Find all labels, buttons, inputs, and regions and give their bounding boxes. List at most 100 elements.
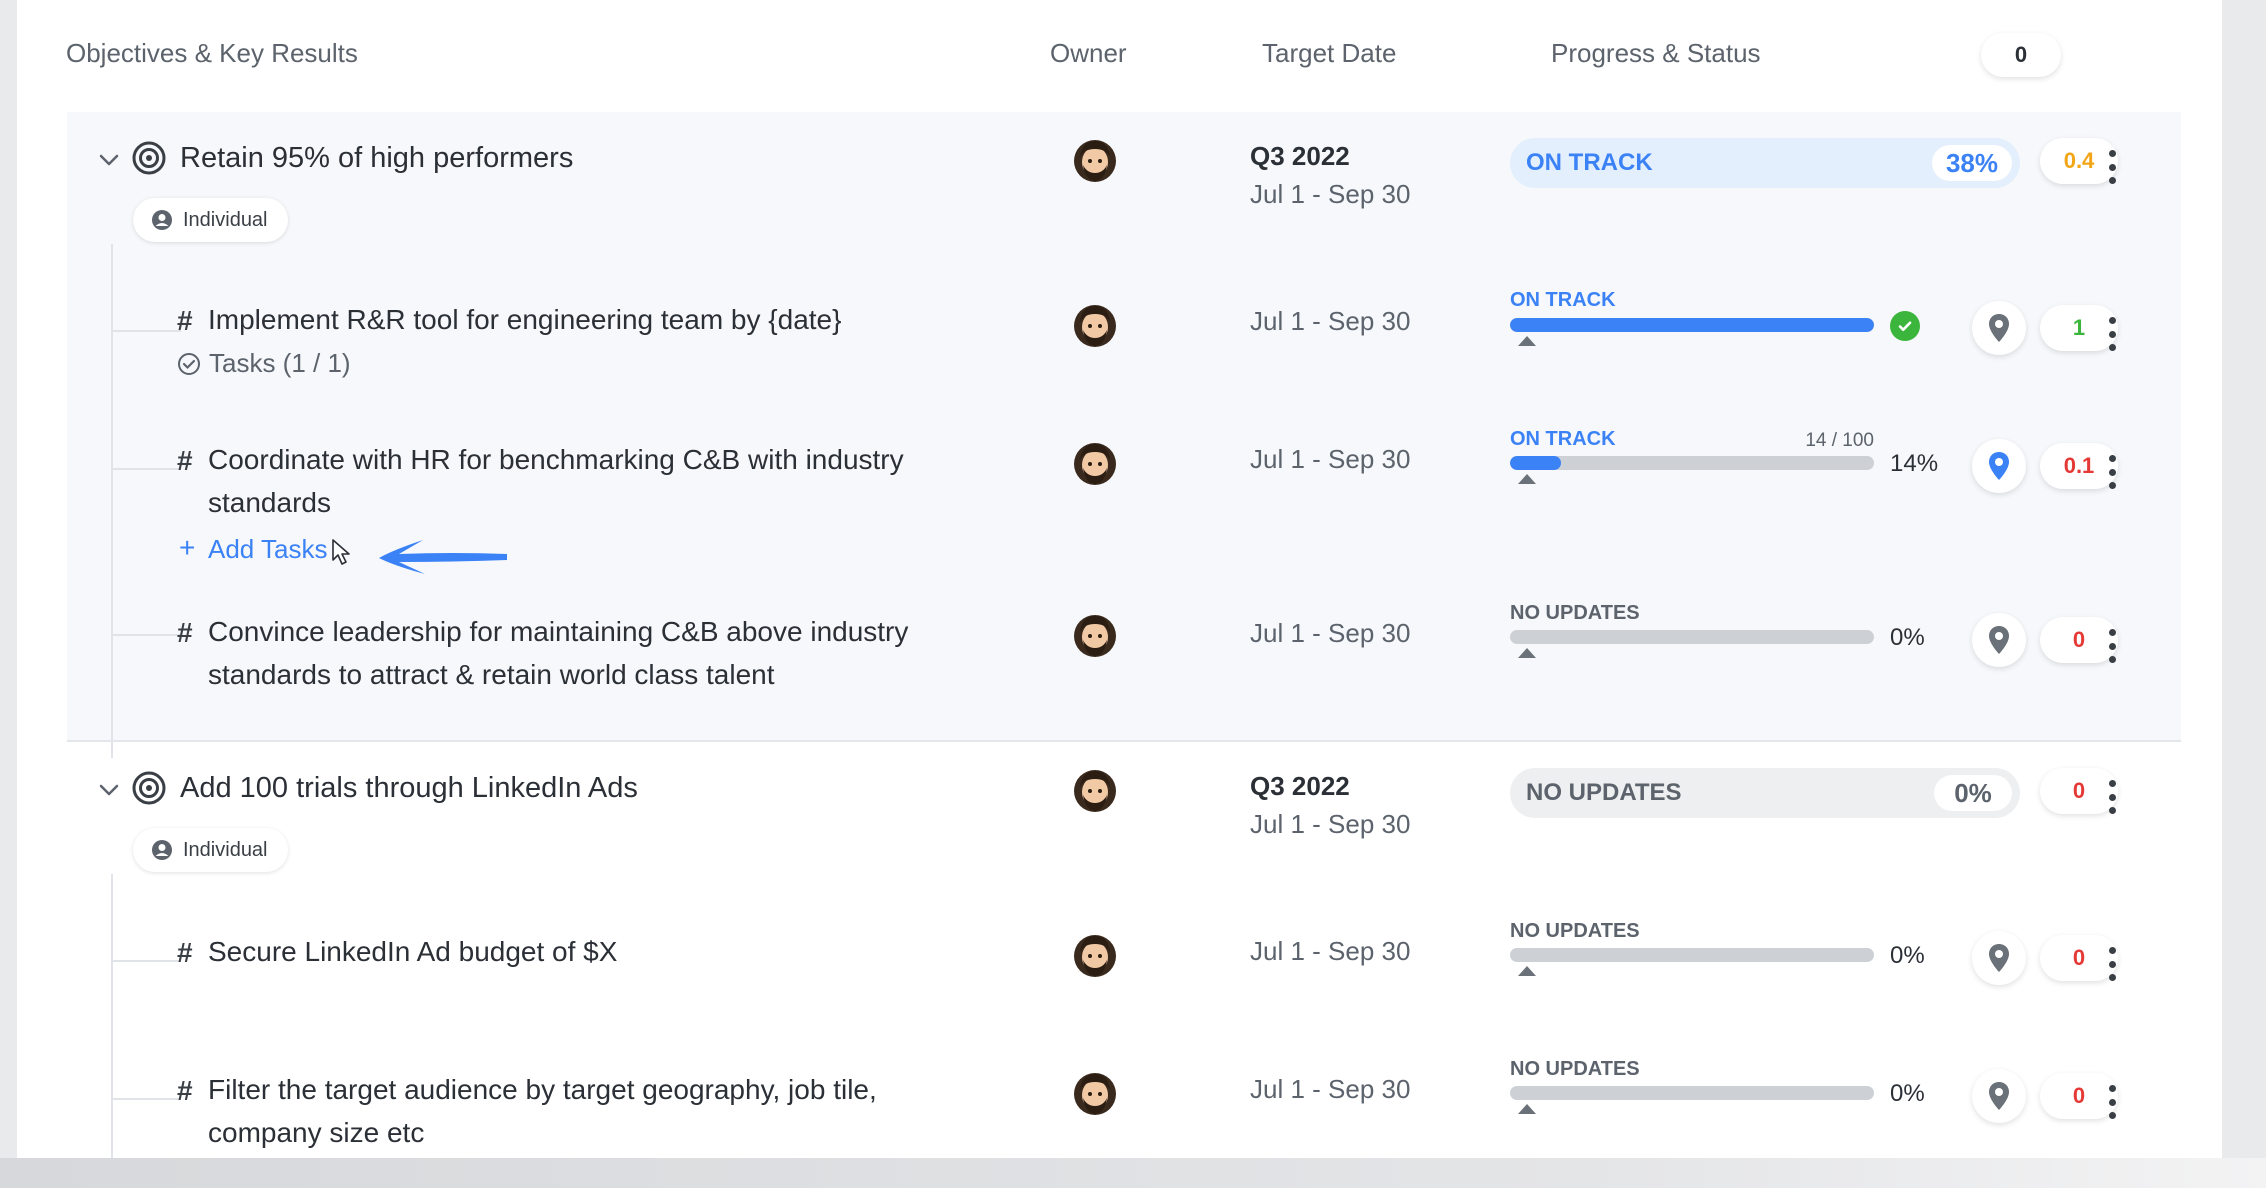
key-result-icon: # — [177, 445, 193, 476]
add-tasks-link[interactable]: Add Tasks — [208, 534, 327, 565]
chevron-down-icon[interactable] — [97, 778, 121, 802]
key-result-icon: # — [177, 937, 193, 968]
kr-progress-bar[interactable] — [1510, 456, 1874, 470]
chip-label: Individual — [183, 838, 268, 861]
tree-branch — [111, 960, 181, 962]
tasks-link[interactable]: Tasks (1 / 1) — [177, 348, 351, 379]
target-date-range: Jul 1 - Sep 30 — [1250, 936, 1411, 966]
check-in-pin-button[interactable] — [1972, 613, 2026, 667]
header-count-badge[interactable]: 0 — [1981, 33, 2061, 77]
kr-progress-fraction: 14 / 100 — [1805, 430, 1874, 451]
key-result-title[interactable]: Convince leadership for maintaining C&B … — [208, 610, 948, 696]
objective-section: Add 100 trials through LinkedIn Ads Indi… — [67, 742, 2181, 1158]
check-in-pin-button[interactable] — [1972, 439, 2026, 493]
target-icon — [132, 141, 166, 175]
progress-marker-icon — [1518, 648, 1536, 658]
tree-branch — [111, 330, 181, 332]
tree-connector — [111, 874, 113, 1158]
target-date-range: Jul 1 - Sep 30 — [1250, 809, 1411, 839]
user-circle-icon — [152, 210, 172, 230]
objective-title[interactable]: Add 100 trials through LinkedIn Ads — [180, 772, 638, 805]
tree-branch — [111, 468, 181, 470]
more-options-icon[interactable] — [2107, 947, 2117, 981]
kr-progress-percent: 0% — [1890, 1080, 1925, 1107]
key-result-title[interactable]: Secure LinkedIn Ad budget of $X — [208, 930, 948, 973]
kr-progress-bar[interactable] — [1510, 948, 1874, 962]
target-date-range: Jul 1 - Sep 30 — [1250, 306, 1411, 336]
pin-icon — [1987, 943, 2011, 973]
target-quarter: Q3 2022 — [1250, 771, 1350, 801]
chip-label: Individual — [183, 208, 268, 231]
owner-avatar[interactable] — [1072, 1068, 1118, 1116]
key-result-title[interactable]: Filter the target audience by target geo… — [208, 1068, 948, 1154]
more-options-icon[interactable] — [2107, 1085, 2117, 1119]
target-date-range: Jul 1 - Sep 30 — [1250, 618, 1411, 648]
individual-chip[interactable]: Individual — [133, 828, 288, 872]
kr-status-label: ON TRACK — [1510, 428, 1616, 450]
pin-icon — [1987, 313, 2011, 343]
key-result-title[interactable]: Implement R&R tool for engineering team … — [208, 298, 948, 341]
owner-avatar[interactable] — [1072, 135, 1118, 183]
owner-avatar[interactable] — [1072, 930, 1118, 978]
kr-progress-bar[interactable] — [1510, 1086, 1874, 1100]
more-options-icon[interactable] — [2107, 629, 2117, 663]
more-options-icon[interactable] — [2107, 317, 2117, 351]
target-date-range: Jul 1 - Sep 30 — [1250, 1074, 1411, 1104]
pin-icon — [1987, 1081, 2011, 1111]
check-circle-icon — [178, 352, 200, 375]
cursor-annotation — [332, 539, 507, 574]
progress-percent: 0% — [1934, 775, 2012, 811]
scrollbar-track[interactable] — [2193, 0, 2222, 1188]
progress-marker-icon — [1518, 966, 1536, 976]
plus-icon: + — [179, 532, 196, 563]
objective-progress-status[interactable]: ON TRACK 38% — [1510, 138, 2020, 188]
column-header-owner[interactable]: Owner — [1050, 38, 1127, 69]
objective-section: Retain 95% of high performers Individual… — [67, 112, 2181, 758]
target-date-range: Jul 1 - Sep 30 — [1250, 444, 1411, 474]
objective-title[interactable]: Retain 95% of high performers — [180, 142, 573, 175]
column-header-target-date[interactable]: Target Date — [1262, 38, 1396, 69]
okr-table-card: Objectives & Key Results Owner Target Da… — [17, 0, 2193, 1158]
more-options-icon[interactable] — [2107, 150, 2117, 184]
progress-percent: 38% — [1931, 145, 2012, 181]
check-in-pin-button[interactable] — [1972, 301, 2026, 355]
tree-branch — [111, 1098, 181, 1100]
check-in-pin-button[interactable] — [1972, 931, 2026, 985]
kr-progress-percent: 14% — [1890, 450, 1939, 477]
kr-status-label: NO UPDATES — [1510, 602, 1640, 624]
key-result-title[interactable]: Coordinate with HR for benchmarking C&B … — [208, 438, 948, 524]
kr-progress-bar[interactable] — [1510, 318, 1874, 332]
kr-status-label: NO UPDATES — [1510, 920, 1640, 942]
objective-progress-status[interactable]: NO UPDATES 0% — [1510, 768, 2020, 818]
owner-avatar[interactable] — [1072, 765, 1118, 813]
status-label: NO UPDATES — [1526, 779, 1682, 806]
chevron-down-icon[interactable] — [97, 148, 121, 172]
check-in-pin-button[interactable] — [1972, 1069, 2026, 1123]
column-header-progress-status[interactable]: Progress & Status — [1551, 38, 1761, 69]
owner-avatar[interactable] — [1072, 300, 1118, 348]
kr-status-label: NO UPDATES — [1510, 1058, 1640, 1080]
more-options-icon[interactable] — [2107, 455, 2117, 489]
completed-check-icon — [1890, 311, 1920, 341]
tasks-count: Tasks (1 / 1) — [209, 348, 351, 378]
owner-avatar[interactable] — [1072, 610, 1118, 658]
individual-chip[interactable]: Individual — [133, 198, 288, 242]
okr-app: Objectives & Key Results Owner Target Da… — [0, 0, 2266, 1188]
key-result-icon: # — [177, 305, 193, 336]
pin-icon — [1987, 625, 2011, 655]
user-circle-icon — [152, 840, 172, 860]
key-result-icon: # — [177, 1075, 193, 1106]
kr-progress-percent: 0% — [1890, 942, 1925, 969]
target-icon — [132, 771, 166, 805]
kr-status-label: ON TRACK — [1510, 289, 1616, 311]
progress-marker-icon — [1518, 474, 1536, 484]
kr-progress-bar[interactable] — [1510, 630, 1874, 644]
target-quarter: Q3 2022 — [1250, 141, 1350, 171]
tree-connector — [111, 244, 113, 758]
column-header-okr[interactable]: Objectives & Key Results — [66, 38, 358, 69]
more-options-icon[interactable] — [2107, 780, 2117, 814]
pin-icon — [1987, 451, 2011, 481]
owner-avatar[interactable] — [1072, 438, 1118, 486]
tree-branch — [111, 634, 181, 636]
target-date-range: Jul 1 - Sep 30 — [1250, 179, 1411, 209]
